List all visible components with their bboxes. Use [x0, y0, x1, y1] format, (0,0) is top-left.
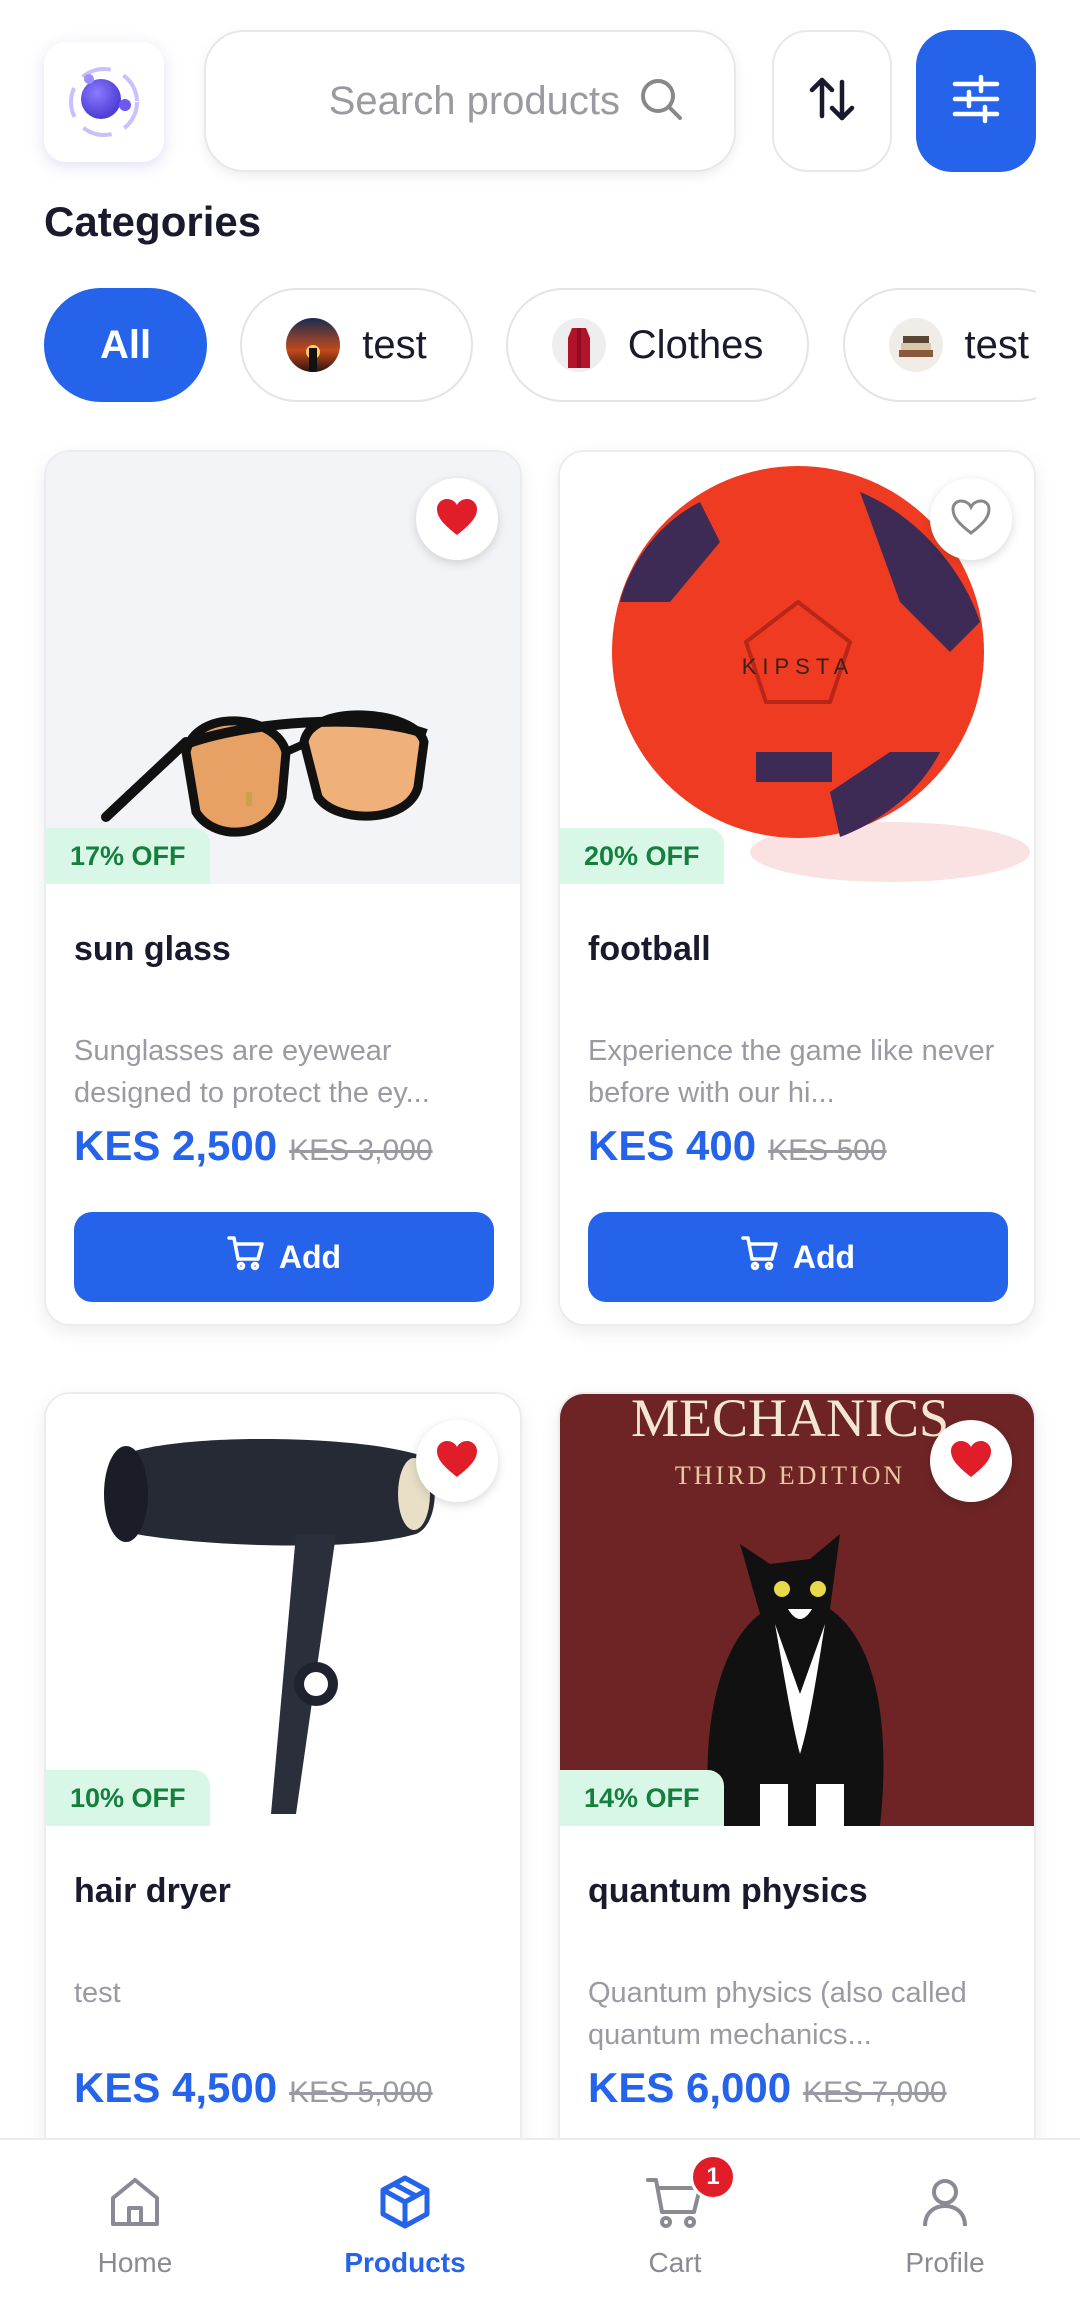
product-image[interactable]: MECHANICS THIRD EDITION 14% OFF: [560, 1394, 1034, 1826]
discount-badge: 20% OFF: [560, 828, 724, 884]
product-image[interactable]: 10% OFF: [46, 1394, 520, 1826]
filter-button[interactable]: [916, 30, 1036, 172]
discount-badge: 17% OFF: [46, 828, 210, 884]
favorite-button[interactable]: [416, 478, 498, 560]
product-name: football: [588, 930, 711, 968]
price-row: KES 4,500 KES 5,000: [74, 2064, 433, 2112]
heart-outline-icon: [949, 497, 993, 541]
product-description: Experience the game like never before wi…: [588, 1035, 995, 1109]
svg-text:KIPSTA: KIPSTA: [742, 654, 855, 679]
product-price: KES 6,000: [588, 2064, 792, 2111]
nav-label: Products: [344, 2246, 466, 2278]
category-chips: All test Clothes test: [44, 288, 1036, 406]
add-to-cart-button[interactable]: Add: [74, 1212, 494, 1302]
discount-badge: 14% OFF: [560, 1770, 724, 1826]
product-card-football[interactable]: KIPSTA 20% OFF football Experience the g…: [558, 450, 1036, 1326]
product-old-price: KES 500: [768, 1134, 887, 1167]
product-old-price: KES 3,000: [289, 1134, 433, 1167]
filter-sliders-icon: [949, 72, 1003, 130]
product-old-price: KES 7,000: [803, 2076, 947, 2109]
chip-label: Clothes: [627, 322, 764, 367]
nav-home[interactable]: Home: [0, 2140, 270, 2310]
category-chip-test[interactable]: test: [240, 288, 473, 402]
bottom-navigation: Home Products 1 Cart Profile: [0, 2138, 1080, 2310]
search-bar[interactable]: [204, 30, 736, 172]
app-logo-icon[interactable]: [44, 42, 164, 162]
nav-label: Home: [97, 2246, 173, 2278]
price-row: KES 400 KES 500: [588, 1122, 887, 1170]
sunset-thumb: [286, 318, 341, 372]
book-edition-text: THIRD EDITION: [675, 1461, 905, 1490]
price-row: KES 6,000 KES 7,000: [588, 2064, 947, 2112]
home-icon: [105, 2172, 165, 2239]
box-icon: [375, 2172, 435, 2239]
product-name: quantum physics: [588, 1872, 868, 1910]
product-name: hair dryer: [74, 1872, 231, 1910]
nav-label: Cart: [648, 2246, 702, 2278]
category-chip-test-2[interactable]: test: [842, 288, 1036, 402]
cart-icon: [741, 1235, 779, 1279]
red-coat-thumb: [551, 318, 606, 372]
product-description: Sunglasses are eyewear designed to prote…: [74, 1035, 430, 1109]
chip-label: test: [362, 322, 427, 367]
book-title-text: MECHANICS: [631, 1394, 949, 1448]
heart-filled-icon: [949, 1439, 993, 1483]
product-image[interactable]: 17% OFF: [46, 452, 520, 884]
top-bar: [44, 30, 1036, 172]
category-chip-clothes[interactable]: Clothes: [505, 288, 810, 402]
categories-title: Categories: [44, 198, 262, 245]
product-price: KES 4,500: [74, 2064, 278, 2111]
nav-products[interactable]: Products: [270, 2140, 540, 2310]
favorite-button[interactable]: [930, 478, 1012, 560]
product-description: Quantum physics (also called quantum mec…: [588, 1977, 967, 2051]
product-name: sun glass: [74, 930, 231, 968]
sort-icon: [805, 72, 859, 130]
chip-label: All: [100, 322, 152, 367]
favorite-button[interactable]: [930, 1420, 1012, 1502]
books-thumb: [888, 318, 943, 372]
category-chip-all[interactable]: All: [44, 288, 208, 402]
nav-label: Profile: [905, 2246, 985, 2278]
user-icon: [915, 2172, 975, 2239]
product-card-quantum-physics[interactable]: MECHANICS THIRD EDITION 14% OFF quantum …: [558, 1392, 1036, 2192]
add-label: Add: [278, 1238, 342, 1275]
product-old-price: KES 5,000: [289, 2076, 433, 2109]
sort-button[interactable]: [772, 30, 892, 172]
add-label: Add: [792, 1238, 856, 1275]
discount-badge: 10% OFF: [46, 1770, 210, 1826]
heart-filled-icon: [435, 1439, 479, 1483]
nav-cart[interactable]: 1 Cart: [540, 2140, 810, 2310]
product-card-hair-dryer[interactable]: 10% OFF hair dryer test KES 4,500 KES 5,…: [44, 1392, 522, 2192]
nav-profile[interactable]: Profile: [810, 2140, 1080, 2310]
product-price: KES 400: [588, 1122, 757, 1169]
search-input[interactable]: [290, 78, 620, 124]
favorite-button[interactable]: [416, 1420, 498, 1502]
search-icon[interactable]: [636, 74, 686, 128]
add-to-cart-button[interactable]: Add: [588, 1212, 1008, 1302]
cart-count-badge: 1: [690, 2154, 736, 2200]
price-row: KES 2,500 KES 3,000: [74, 1122, 433, 1170]
product-description: test: [74, 1977, 121, 2009]
chip-label: test: [964, 322, 1029, 367]
product-image[interactable]: KIPSTA 20% OFF: [560, 452, 1034, 884]
heart-filled-icon: [435, 497, 479, 541]
product-card-sun-glass[interactable]: 17% OFF sun glass Sunglasses are eyewear…: [44, 450, 522, 1326]
product-price: KES 2,500: [74, 1122, 278, 1169]
cart-icon: [227, 1235, 265, 1279]
